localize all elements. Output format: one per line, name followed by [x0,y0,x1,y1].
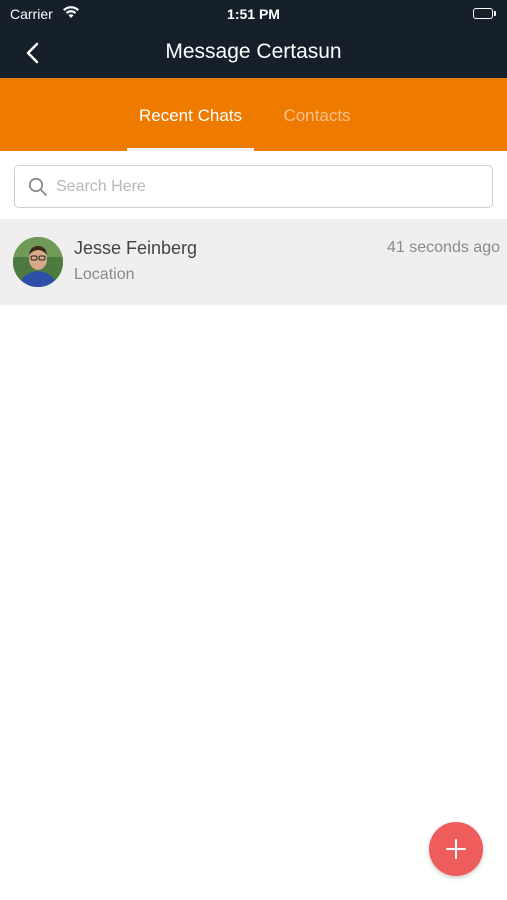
tab-contacts[interactable]: Contacts [254,78,380,151]
page-title: Message Certasun [165,40,342,63]
status-time: 1:51 PM [227,6,280,22]
search-icon [28,177,48,197]
tab-bar: Recent Chats Contacts [0,78,507,151]
chat-list-item[interactable]: Jesse Feinberg Location 41 seconds ago [0,219,507,305]
tab-recent-chats[interactable]: Recent Chats [127,78,254,151]
new-chat-button[interactable] [429,822,483,876]
battery-icon [473,8,496,19]
status-bar: Carrier 1:51 PM [0,0,507,28]
chat-contact-name: Jesse Feinberg [74,238,198,258]
search-input[interactable] [56,172,476,202]
plus-icon [446,839,466,859]
chat-last-message: Location [74,266,135,283]
chat-timestamp: 41 seconds ago [387,239,500,256]
search-box[interactable] [14,165,493,208]
avatar [13,237,63,287]
active-tab-indicator [127,148,254,151]
navigation-bar: Message Certasun [0,28,507,78]
